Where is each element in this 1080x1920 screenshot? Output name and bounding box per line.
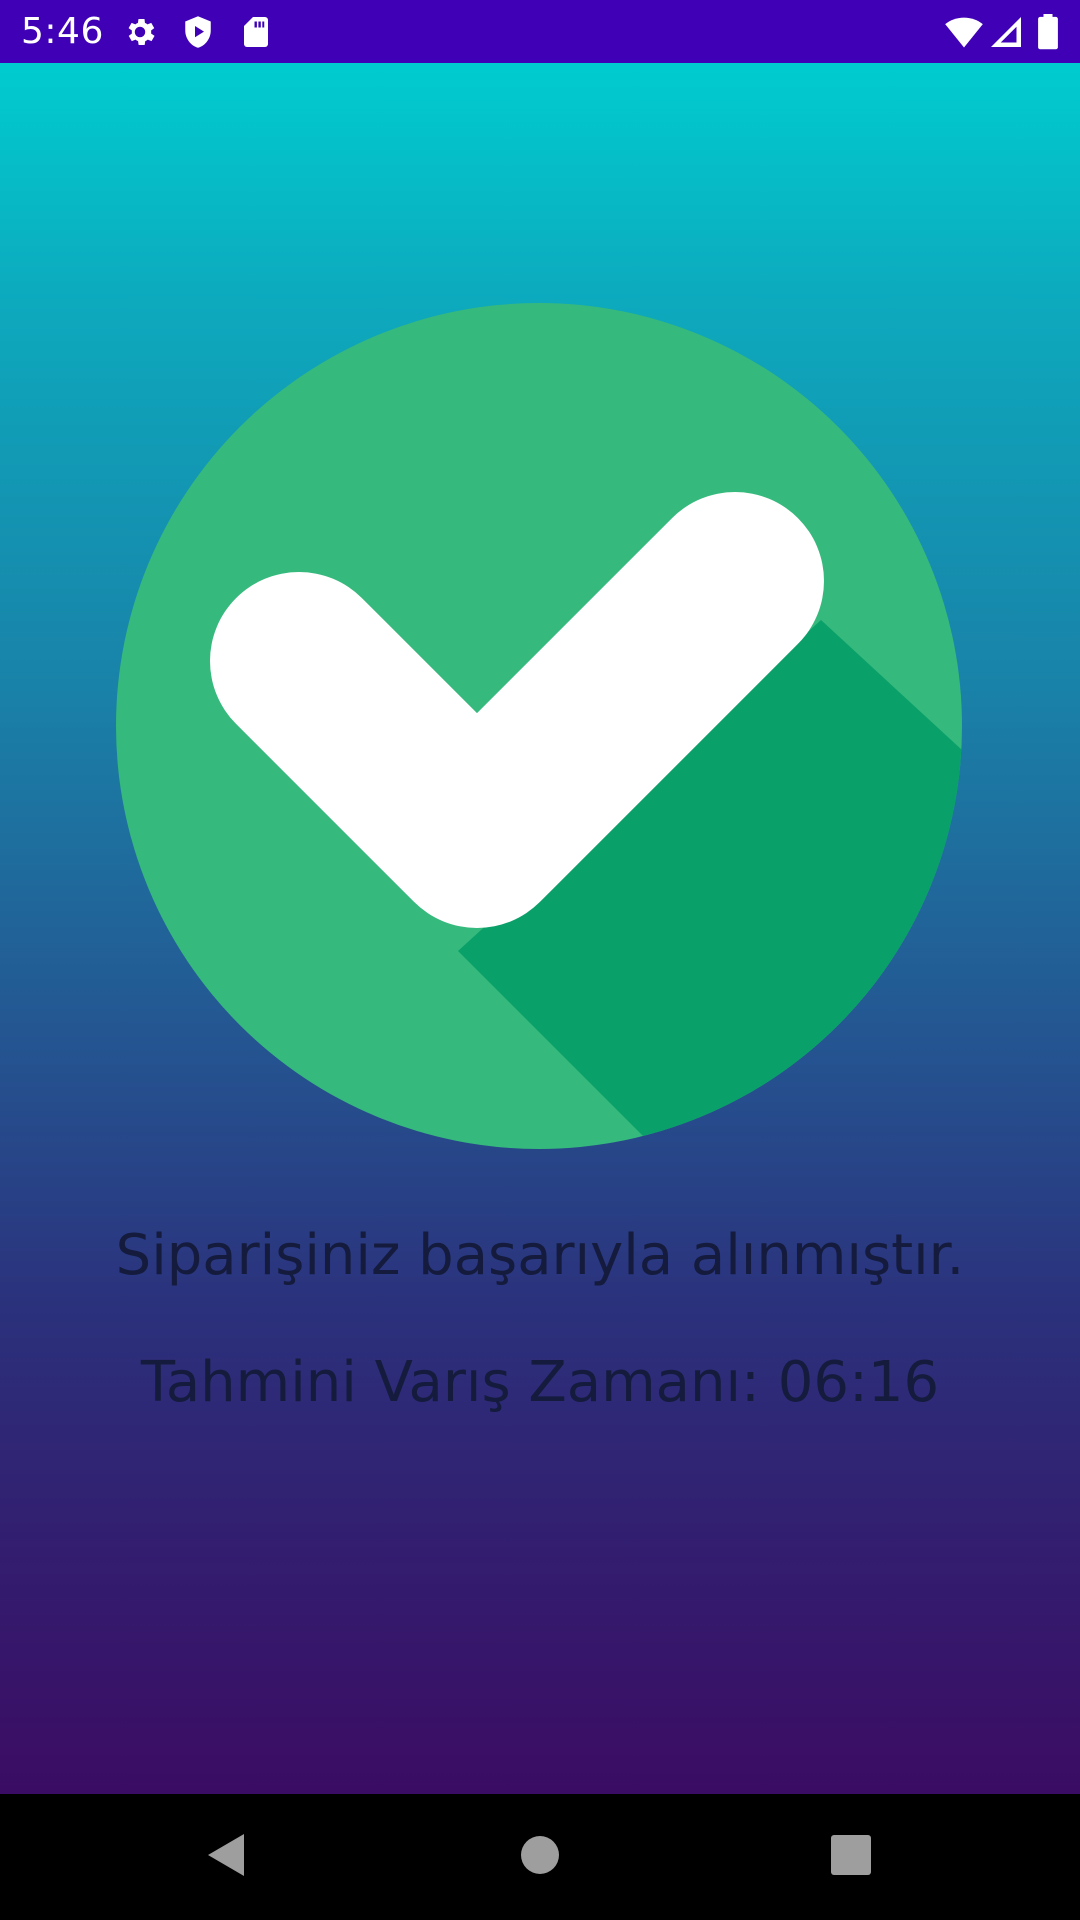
order-confirmation-screen: Siparişiniz başarıyla alınmıştır. Tahmin… bbox=[0, 63, 1080, 1794]
back-icon bbox=[204, 1831, 248, 1884]
home-icon bbox=[520, 1835, 560, 1880]
battery-icon bbox=[1036, 14, 1060, 50]
status-time: 5:46 bbox=[21, 11, 104, 52]
back-button[interactable] bbox=[181, 1812, 271, 1902]
home-button[interactable] bbox=[495, 1812, 585, 1902]
status-bar: 5:46 bbox=[0, 0, 1080, 63]
play-protect-icon bbox=[180, 14, 216, 50]
wifi-icon bbox=[944, 14, 984, 50]
signal-icon bbox=[988, 14, 1024, 50]
navigation-bar bbox=[0, 1794, 1080, 1920]
settings-icon bbox=[122, 14, 158, 50]
recents-button[interactable] bbox=[806, 1812, 896, 1902]
check-circle-icon bbox=[116, 303, 962, 1149]
recents-icon bbox=[831, 1834, 871, 1880]
sd-card-icon bbox=[238, 14, 274, 50]
estimated-arrival-time: Tahmini Varış Zamanı: 06:16 bbox=[140, 1350, 940, 1415]
order-success-message: Siparişiniz başarıyla alınmıştır. bbox=[115, 1223, 965, 1288]
